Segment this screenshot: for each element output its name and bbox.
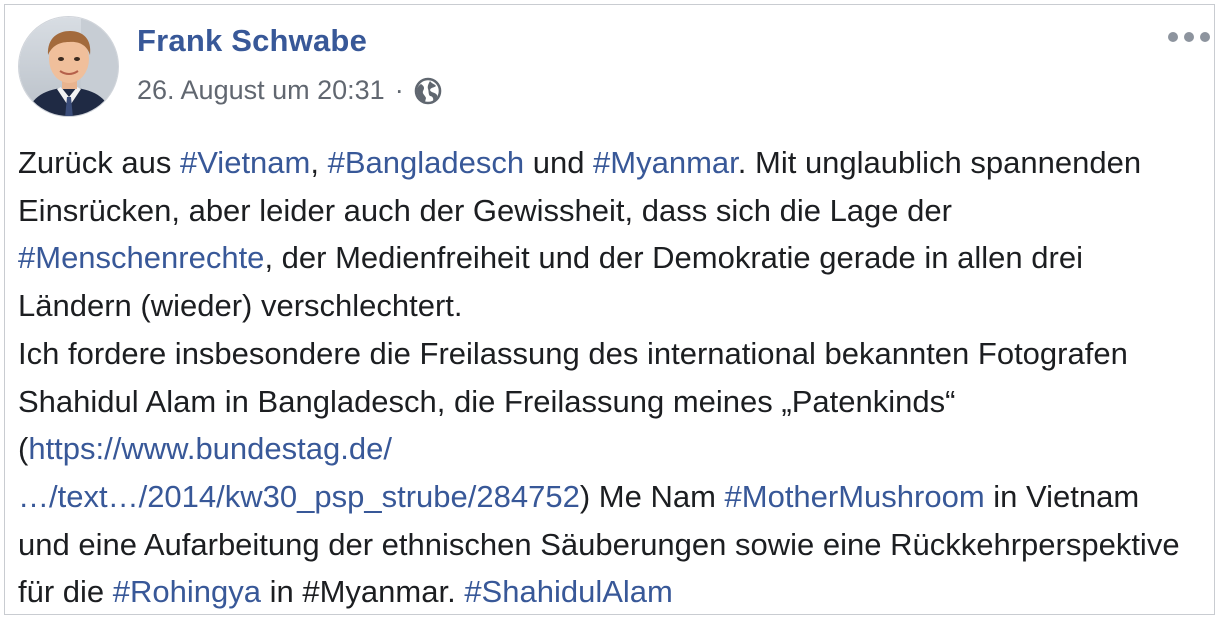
bundestag-link[interactable]: https://www.bundestag.de/ …/text…/2014/kw… [18, 431, 580, 514]
text-segment: , [310, 145, 328, 180]
author-avatar[interactable] [18, 16, 119, 117]
post-text: Zurück aus #Vietnam, #Bangladesch und #M… [18, 139, 1198, 614]
text-segment: in #Myanmar. [261, 574, 465, 610]
hashtag-vietnam[interactable]: #Vietnam [180, 145, 310, 180]
hashtag-mothermushroom[interactable]: #MotherMushroom [725, 479, 985, 514]
hashtag-menschenrechte[interactable]: #Menschenrechte [18, 240, 264, 275]
more-dot [1184, 32, 1194, 42]
more-options-icon[interactable] [1168, 29, 1210, 45]
hashtag-bangladesch[interactable]: #Bangladesch [328, 145, 525, 180]
link-line-2: …/text…/2014/kw30_psp_strube/284752 [18, 478, 580, 514]
globe-icon[interactable] [413, 76, 443, 106]
post-meta: 26. August um 20:31 · [137, 75, 443, 106]
more-dot [1168, 32, 1178, 42]
hashtag-myanmar[interactable]: #Myanmar [593, 145, 738, 180]
hashtag-shahidulalam[interactable]: #ShahidulAlam [464, 574, 673, 609]
text-segment: und [524, 145, 594, 180]
post-paragraph-2: Ich fordere insbesondere die Freilassung… [18, 330, 1198, 614]
link-line-1: https://www.bundestag.de/ [28, 431, 392, 467]
hashtag-rohingya[interactable]: #Rohingya [113, 574, 261, 609]
text-segment: Zurück aus [18, 145, 180, 180]
more-dot [1200, 32, 1210, 42]
avatar-image [19, 17, 118, 116]
author-name[interactable]: Frank Schwabe [137, 23, 367, 59]
post-card: Frank Schwabe 26. August um 20:31 · Zurü… [4, 4, 1215, 615]
meta-separator: · [394, 75, 404, 105]
text-segment: ) Me Nam [579, 478, 725, 514]
post-paragraph-1: Zurück aus #Vietnam, #Bangladesch und #M… [18, 139, 1198, 330]
post-timestamp[interactable]: 26. August um 20:31 [137, 75, 385, 106]
